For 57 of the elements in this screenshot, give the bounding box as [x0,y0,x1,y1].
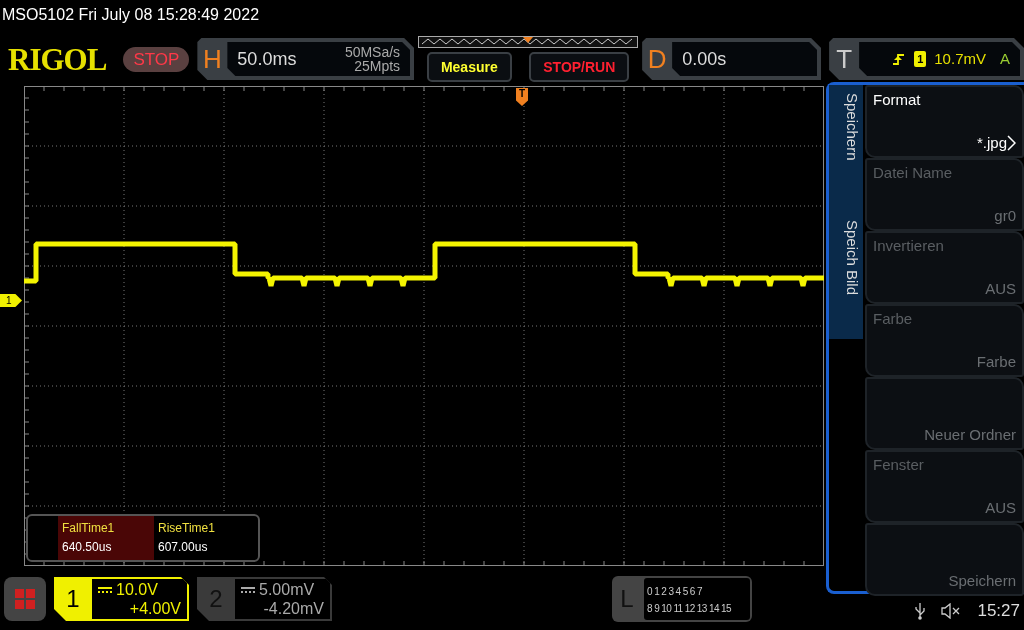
menu-item-label: Invertieren [873,236,945,256]
measurement-value: 640.50us [62,539,113,556]
menu-item-value: AUS [985,278,1016,299]
measure-button[interactable]: Measure [426,52,512,82]
menu-item-value: Farbe [976,351,1016,372]
offset-value: +4.00V [128,599,181,618]
menu-item-value: AUS [985,497,1016,518]
usb-icon [915,602,926,620]
memory-depth-text: 25Mpts [353,59,401,73]
channel-button[interactable]: 1 10.0V +4.00V [54,577,189,621]
menu-item-value: *.jpg [976,132,1007,153]
dc-coupling-icon [241,585,255,594]
dc-coupling-icon [98,585,112,594]
panel-label: D [646,46,668,72]
measurement-value: 607.00us [158,539,209,556]
sample-rate-text: 50MSa/s [344,45,401,59]
title-text: MSO5102 Fri July 08 15:28:49 2022 [1,5,261,25]
measurement-name: RiseTime1 [158,520,216,537]
chevron-right-icon [1007,134,1016,151]
offset-value: -4.20mV [262,599,324,618]
horizontal-panel[interactable]: H 50.0ms 50MSa/s 25Mpts [197,38,415,80]
measurement-name: FallTime1 [62,520,116,537]
volts-per-div-value: 10.0V [116,580,158,599]
trigger-panel[interactable]: T 1 10.7mV A [829,38,1024,80]
panel-label: T [835,46,854,72]
rising-edge-icon [892,52,907,66]
menu-item[interactable]: Format *.jpg [865,85,1024,158]
side-tab[interactable]: Speichern [829,85,863,212]
volts-per-div-value: 5.00mV [259,580,315,599]
clock-time: 15:27 [977,600,1020,623]
trigger-mode-text: A [1000,48,1010,69]
delay-value: 0.00s [682,47,727,71]
logo-text: RIGOL [8,43,108,75]
menu-item-label: Datei Name [873,163,954,183]
grid-icon [15,589,35,609]
measurement-cell[interactable]: FallTime1 640.50us [58,516,154,560]
timebase-value: 50.0ms [237,47,297,71]
speaker-muted-icon [941,603,962,619]
logic-channels-text: 0 1 2 3 4 5 6 7 [647,585,703,599]
channel-number: 1 [65,584,81,614]
menu-item-label: Format [873,90,922,110]
side-tab[interactable]: Speich Bild [829,212,863,339]
trigger-level-value: 10.7mV [934,48,986,69]
menu-item-value: gr0 [994,205,1016,226]
panel-label: H [201,46,223,72]
menu-item-label: Farbe [873,309,914,329]
trigger-source-badge: 1 [914,50,927,68]
delay-panel[interactable]: D 0.00s [642,38,822,80]
menu-item-value: Neuer Ordner [924,424,1016,445]
logic-channels-text: 8 9 10 11 12 13 14 15 [647,602,732,616]
stop-run-button[interactable]: STOP/RUN [529,52,630,82]
menu-button[interactable] [4,577,46,621]
measurement-cell[interactable]: RiseTime1 607.00us [154,516,250,560]
trigger-position-marker[interactable]: T [516,88,528,106]
channel-level-marker[interactable]: 1 [0,294,22,307]
menu-item-label: Fenster [873,455,925,475]
menu-item-value: Speichern [948,570,1016,591]
